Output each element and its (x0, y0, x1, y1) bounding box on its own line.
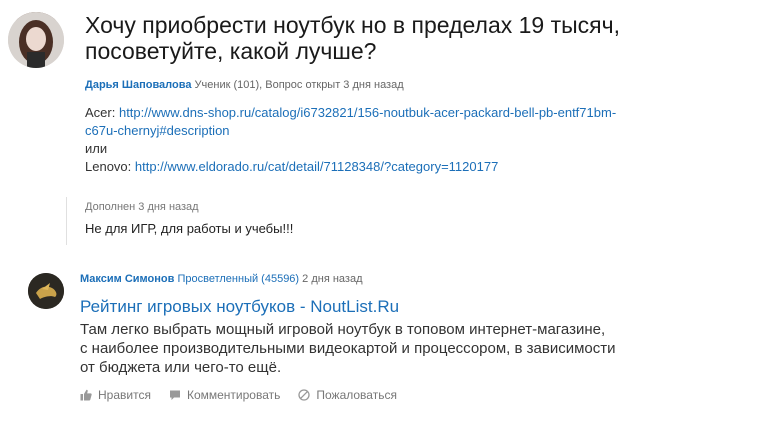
answer-author-rank: Просветленный (45596) (177, 273, 300, 285)
answer-body: Там легко выбрать мощный игровой ноутбук… (80, 320, 740, 377)
answer-time: 2 дня назад (302, 273, 363, 285)
question-author-avatar[interactable] (8, 12, 64, 68)
or-text: или (85, 141, 108, 156)
lenovo-link[interactable]: http://www.eldorado.ru/cat/detail/711283… (135, 159, 498, 174)
lenovo-label: Lenovo: (85, 159, 132, 174)
answer-author-link[interactable]: Максим Симонов (80, 273, 174, 285)
question-title-line: Хочу приобрести ноутбук но в пределах 19… (85, 12, 620, 38)
question-author-link[interactable]: Дарья Шаповалова (85, 79, 191, 91)
thumbs-up-icon (80, 389, 92, 401)
question-body: Acer: http://www.dns-shop.ru/catalog/i67… (85, 104, 745, 176)
answer-meta: Максим Симонов Просветленный (45596) 2 д… (80, 273, 362, 285)
question-addition: Дополнен 3 дня назад Не для ИГР, для раб… (66, 197, 585, 245)
addition-text: Не для ИГР, для работы и учебы!!! (85, 221, 294, 236)
question-title-line: посоветуйте, какой лучше? (85, 38, 377, 64)
answer-ad-link[interactable]: Рейтинг игровых ноутбуков - NoutList.Ru (80, 297, 399, 317)
answer-body-line: от бюджета или чего-то ещё. (80, 359, 282, 376)
answer-author-avatar[interactable] (28, 273, 64, 309)
addition-label: Дополнен 3 дня назад (85, 201, 199, 213)
report-label: Пожаловаться (316, 388, 397, 402)
like-button[interactable]: Нравится (80, 388, 151, 402)
like-label: Нравится (98, 388, 151, 402)
question-meta: Дарья Шаповалова Ученик (101), Вопрос от… (85, 79, 404, 91)
answer-body-line: с наиболее производительными видеокартой… (80, 340, 616, 357)
answer-body-line: Там легко выбрать мощный игровой ноутбук… (80, 321, 606, 338)
comment-icon (169, 389, 181, 401)
comment-button[interactable]: Комментировать (169, 388, 280, 402)
acer-link-continued[interactable]: c67u-chernyj#description (85, 123, 230, 138)
report-icon (298, 389, 311, 401)
question-title: Хочу приобрести ноутбук но в пределах 19… (85, 12, 725, 64)
answer-actions: Нравится Комментировать Пожаловаться (80, 388, 397, 402)
question-meta-text: Ученик (101), Вопрос открыт 3 дня назад (194, 79, 404, 91)
report-button[interactable]: Пожаловаться (298, 388, 397, 402)
acer-link[interactable]: http://www.dns-shop.ru/catalog/i6732821/… (119, 105, 616, 120)
comment-label: Комментировать (186, 388, 281, 402)
acer-label: Acer: (85, 105, 116, 120)
